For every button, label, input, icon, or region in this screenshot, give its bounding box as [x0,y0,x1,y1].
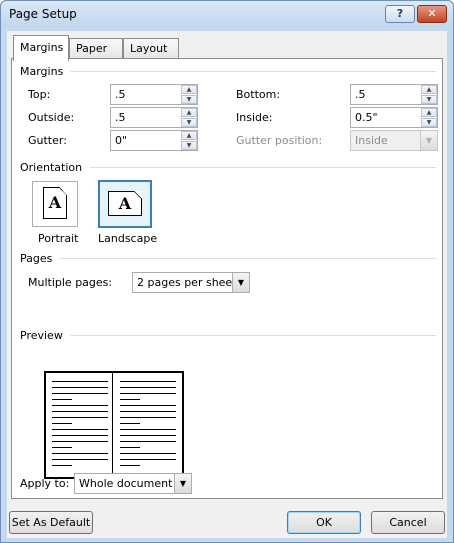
landscape-page-icon: A [108,191,142,216]
pages-separator [60,258,436,259]
portrait-label: Portrait [38,232,79,245]
page-setup-dialog: Page Setup ? ✕ Margins Paper Layout Marg… [0,0,454,543]
outside-margin-down-arrow-icon[interactable]: ▼ [181,118,197,127]
tab-margins[interactable]: Margins [13,35,69,61]
ok-button[interactable]: OK [287,511,361,534]
apply-to-value: Whole document [79,477,173,490]
margins-section-label: Margins [20,65,64,78]
bottom-margin-spinner[interactable]: .5 ▲ ▼ [350,84,438,105]
bottom-margin-down-arrow-icon[interactable]: ▼ [421,95,437,104]
landscape-label: Landscape [98,232,158,245]
inside-margin-down-arrow-icon[interactable]: ▼ [421,118,437,127]
preview-section-label: Preview [20,329,63,342]
inside-margin-arrows: ▲ ▼ [421,108,437,127]
orientation-section-label: Orientation [20,161,83,174]
portrait-option[interactable]: A [32,181,78,227]
gutter-value: 0" [115,134,128,147]
outside-margin-arrows: ▲ ▼ [181,108,197,127]
gutter-position-label: Gutter position: [236,134,323,147]
chevron-down-icon: ▼ [420,131,437,150]
bottom-label: Bottom: [236,88,281,101]
help-button[interactable]: ? [385,5,415,23]
inside-label: Inside: [236,111,273,124]
orientation-separator [90,167,436,168]
bottom-margin-value: .5 [355,88,366,101]
apply-to-label: Apply to: [20,477,70,490]
page-preview [44,371,184,479]
preview-left-page [46,373,113,477]
gutter-down-arrow-icon[interactable]: ▼ [181,141,197,150]
outside-label: Outside: [28,111,75,124]
inside-margin-spinner[interactable]: 0.5" ▲ ▼ [350,107,438,128]
pages-section-label: Pages [20,252,53,265]
tab-paper[interactable]: Paper [69,38,123,60]
apply-to-dropdown[interactable]: Whole document ▼ [74,473,192,494]
landscape-option[interactable]: A [98,180,152,228]
title-bar[interactable]: Page Setup ? ✕ [1,1,453,27]
outside-margin-value: .5 [115,111,126,124]
portrait-page-icon: A [43,187,67,219]
gutter-arrows: ▲ ▼ [181,131,197,150]
gutter-spinner[interactable]: 0" ▲ ▼ [110,130,198,151]
preview-right-page [114,373,182,477]
top-margin-value: .5 [115,88,126,101]
top-margin-arrows: ▲ ▼ [181,85,197,104]
inside-margin-up-arrow-icon[interactable]: ▲ [421,108,437,117]
multiple-pages-dropdown[interactable]: 2 pages per sheet ▼ [132,272,250,293]
gutter-label: Gutter: [28,134,67,147]
bottom-margin-up-arrow-icon[interactable]: ▲ [421,85,437,94]
chevron-down-icon: ▼ [174,474,191,493]
multiple-pages-value: 2 pages per sheet [137,276,237,289]
margins-separator [70,71,436,72]
inside-margin-value: 0.5" [355,111,378,124]
close-button[interactable]: ✕ [417,5,447,23]
window-title: Page Setup [9,7,77,21]
top-label: Top: [28,88,51,101]
outside-margin-spinner[interactable]: .5 ▲ ▼ [110,107,198,128]
top-margin-down-arrow-icon[interactable]: ▼ [181,95,197,104]
multiple-pages-label: Multiple pages: [28,276,113,289]
bottom-margin-arrows: ▲ ▼ [421,85,437,104]
cancel-button[interactable]: Cancel [371,511,445,534]
tab-layout[interactable]: Layout [123,38,179,60]
gutter-position-dropdown[interactable]: Inside ▼ [350,130,438,151]
chevron-down-icon: ▼ [232,273,249,292]
preview-separator [70,335,436,336]
gutter-up-arrow-icon[interactable]: ▲ [181,131,197,140]
set-as-default-button[interactable]: Set As Default [9,511,93,534]
top-margin-up-arrow-icon[interactable]: ▲ [181,85,197,94]
top-margin-spinner[interactable]: .5 ▲ ▼ [110,84,198,105]
gutter-position-value: Inside [355,134,388,147]
dialog-body: Margins Paper Layout Margins Top: .5 ▲ ▼… [7,31,447,538]
outside-margin-up-arrow-icon[interactable]: ▲ [181,108,197,117]
tab-panel-margins: Margins Top: .5 ▲ ▼ Bottom: .5 ▲ ▼ Outsi… [11,58,443,499]
